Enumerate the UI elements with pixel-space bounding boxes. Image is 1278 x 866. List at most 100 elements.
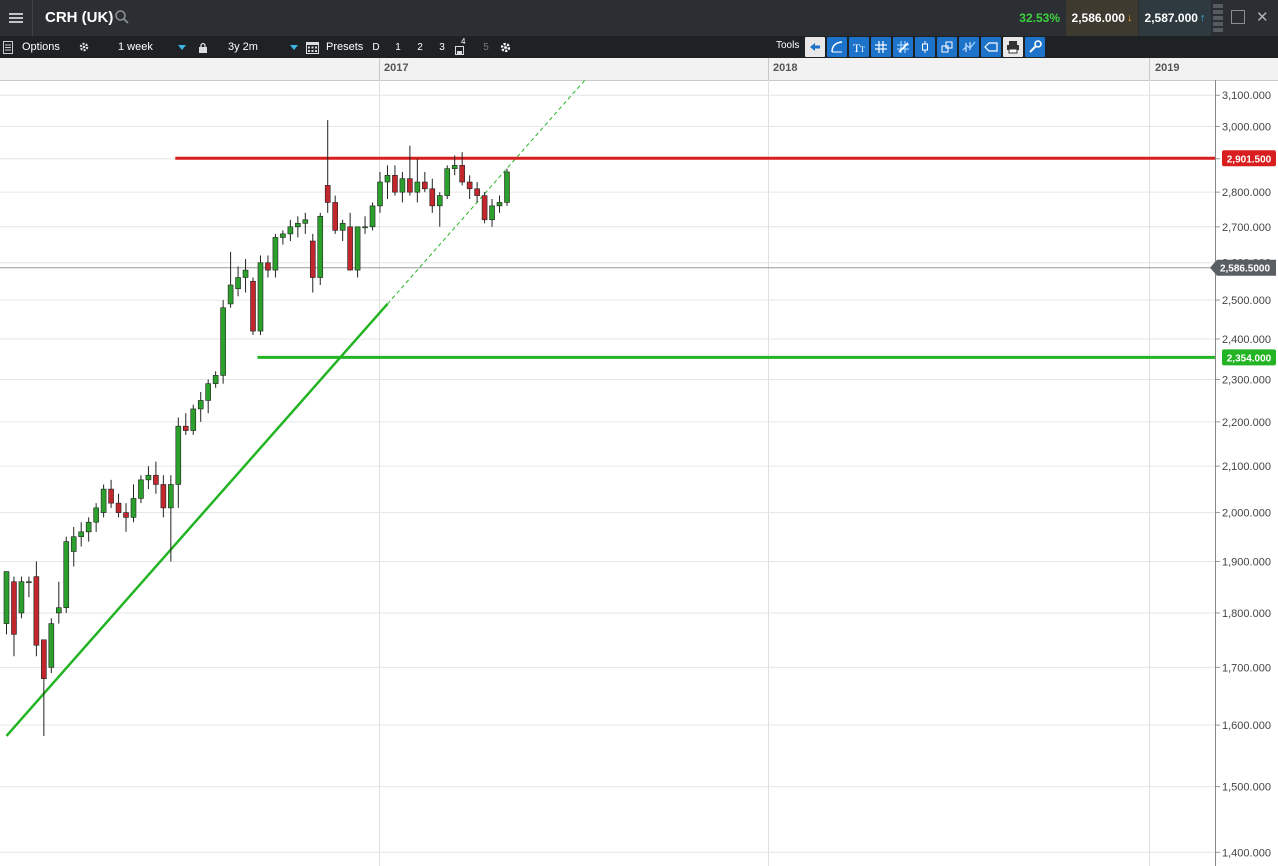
crosshair-icon[interactable] — [893, 37, 913, 57]
indicators-icon[interactable] — [937, 37, 957, 57]
bullish-candle — [26, 581, 32, 584]
studies-icon[interactable] — [959, 37, 979, 57]
bullish-candle — [48, 623, 55, 668]
preset-4-button[interactable]: 4 — [452, 36, 472, 58]
text-tool-icon[interactable]: TT — [849, 37, 869, 57]
bullish-candle — [287, 226, 294, 235]
bullish-candle — [63, 541, 70, 608]
sell-price-button[interactable]: 2,586.000 ↓ — [1066, 0, 1138, 36]
preset-d-button[interactable]: D — [366, 36, 386, 58]
bullish-candle — [190, 408, 197, 431]
bullish-candle — [295, 222, 301, 228]
label-tag-icon[interactable] — [981, 37, 1001, 57]
price-tick-label: 2,500.000 — [1222, 295, 1271, 307]
buy-price: 2,587.000 — [1144, 11, 1198, 25]
chart-settings-tool-icon[interactable] — [1025, 37, 1045, 57]
bullish-candle — [384, 175, 391, 183]
bullish-candle — [242, 269, 249, 278]
bearish-candle — [407, 178, 413, 193]
chart-settings-icon[interactable] — [3, 36, 13, 58]
bullish-candle — [70, 536, 77, 552]
bearish-candle — [429, 188, 436, 207]
bullish-candle — [227, 284, 234, 305]
preset-5-button[interactable]: 5 — [476, 36, 496, 58]
candle-type-icon[interactable] — [915, 37, 935, 57]
time-axis-label-2017: 2017 — [384, 62, 409, 74]
back-arrow-icon[interactable] — [805, 37, 825, 57]
drag-handle-icon[interactable] — [1213, 2, 1225, 34]
preset-2-button[interactable]: 2 — [410, 36, 430, 58]
price-tick-label: 2,000.000 — [1222, 508, 1271, 520]
bullish-candle — [138, 479, 144, 499]
price-tick-label: 2,300.000 — [1222, 375, 1271, 387]
bullish-candle — [339, 222, 346, 231]
price-tick-label: 1,900.000 — [1222, 556, 1271, 568]
bullish-candle — [18, 581, 25, 614]
bearish-candle — [474, 188, 480, 196]
bearish-candle — [250, 280, 256, 332]
bullish-candle — [272, 237, 279, 271]
bullish-candle — [78, 531, 84, 538]
sell-arrow-icon: ↓ — [1126, 12, 1133, 24]
bullish-candle — [205, 383, 211, 401]
bullish-candle — [280, 233, 286, 238]
bearish-candle — [265, 262, 271, 271]
options-button[interactable]: Options — [22, 36, 60, 58]
price-tick-label: 1,500.000 — [1222, 782, 1271, 794]
preset-4-label: 4 — [461, 37, 466, 46]
bullish-candle — [257, 262, 264, 332]
bullish-candle — [85, 521, 92, 533]
price-tick-label: 2,400.000 — [1222, 334, 1271, 346]
bullish-candle — [354, 226, 361, 271]
preset-1-button[interactable]: 1 — [388, 36, 408, 58]
popout-icon[interactable] — [1231, 10, 1245, 24]
chevron-down-icon — [290, 44, 298, 50]
lock-icon[interactable] — [198, 36, 208, 58]
price-tick-label: 1,600.000 — [1222, 720, 1271, 732]
bullish-candle — [220, 307, 226, 376]
bullish-candle — [235, 277, 241, 290]
buy-price-button[interactable]: 2,587.000 ↑ — [1139, 0, 1211, 36]
price-tick-label: 3,000.000 — [1222, 121, 1271, 133]
bearish-candle — [392, 175, 398, 193]
range-value: 3y 2m — [228, 41, 258, 53]
bullish-candle — [504, 171, 510, 203]
range-select[interactable]: 3y 2m — [214, 36, 300, 58]
tools-label: Tools — [776, 39, 800, 51]
bearish-candle — [481, 195, 488, 221]
preset-3-button[interactable]: 3 — [432, 36, 452, 58]
buy-arrow-icon: ↑ — [1199, 12, 1206, 24]
interval-select[interactable]: 1 week — [104, 36, 190, 58]
interval-value: 1 week — [118, 41, 153, 53]
price-tick-label: 2,200.000 — [1222, 417, 1271, 429]
chevron-down-icon — [178, 44, 186, 50]
bearish-candle — [466, 181, 473, 190]
presets-label: Presets — [326, 41, 364, 53]
svg-text:T: T — [860, 45, 865, 54]
calendar-icon[interactable] — [306, 36, 319, 58]
print-icon[interactable] — [1003, 37, 1023, 57]
search-icon[interactable] — [114, 9, 130, 25]
grid-icon[interactable] — [871, 37, 891, 57]
price-tick-label: 1,700.000 — [1222, 662, 1271, 674]
preset-gear-icon[interactable] — [499, 36, 512, 58]
sell-price: 2,586.000 — [1071, 11, 1125, 25]
save-preset-icon — [455, 46, 464, 55]
hamburger-menu-icon[interactable] — [0, 0, 33, 36]
time-axis: 2017 2018 2019 — [0, 58, 1278, 81]
price-tick-label: 2,100.000 — [1222, 461, 1271, 473]
bullish-candle — [369, 205, 376, 228]
price-chart[interactable]: 3,100.0003,000.0002,900.0002,800.0002,70… — [0, 80, 1278, 866]
bearish-candle — [422, 181, 428, 190]
bearish-candle — [115, 502, 122, 513]
price-tick-label: 3,100.000 — [1222, 90, 1271, 102]
bullish-candle — [168, 484, 174, 509]
year-separator — [1149, 58, 1150, 80]
curve-line-icon[interactable] — [827, 37, 847, 57]
bearish-candle — [41, 639, 47, 679]
close-icon[interactable]: ✕ — [1256, 8, 1269, 26]
year-separator — [379, 58, 380, 80]
options-gear-icon[interactable] — [78, 36, 90, 58]
bearish-candle — [33, 576, 40, 646]
instrument-title: CRH (UK) — [45, 9, 114, 26]
